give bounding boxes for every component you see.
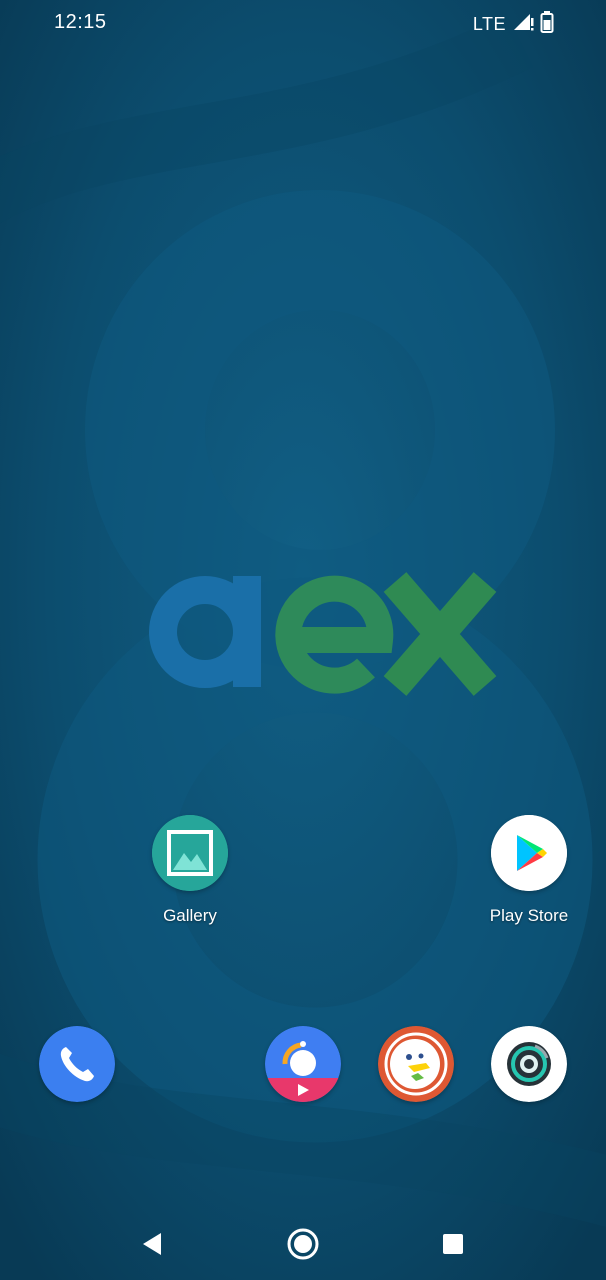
battery-icon xyxy=(540,11,554,38)
app-gallery[interactable]: Gallery xyxy=(130,815,250,926)
duckduckgo-icon xyxy=(378,1026,454,1102)
status-indicators: LTE xyxy=(473,11,554,38)
network-type: LTE xyxy=(472,14,506,34)
home-button[interactable] xyxy=(283,1224,323,1264)
phone-icon xyxy=(39,1026,115,1102)
signal-icon xyxy=(512,12,534,37)
app-play-store[interactable]: Play Store xyxy=(469,815,589,926)
recents-button[interactable] xyxy=(433,1224,473,1264)
recents-icon xyxy=(443,1234,463,1254)
dock-camera[interactable] xyxy=(491,1026,567,1102)
play-store-icon xyxy=(491,815,567,891)
app-label-play-store: Play Store xyxy=(489,906,569,925)
camera-icon xyxy=(491,1026,567,1102)
navigation-bar xyxy=(0,1208,606,1280)
video-app-icon xyxy=(265,1026,341,1102)
home-icon xyxy=(287,1228,319,1260)
home-screen: 12:15 LTE Gallery Play Store xyxy=(0,0,606,1280)
dock-video-app[interactable] xyxy=(265,1026,341,1102)
dock-phone[interactable] xyxy=(39,1026,115,1102)
dock-duckduckgo[interactable] xyxy=(378,1026,454,1102)
status-time: 12:15 xyxy=(54,11,107,33)
back-icon xyxy=(143,1233,161,1255)
app-label-gallery: Gallery xyxy=(163,906,217,925)
status-bar: 12:15 LTE xyxy=(0,0,606,48)
gallery-icon xyxy=(152,815,228,891)
back-button[interactable] xyxy=(132,1224,172,1264)
